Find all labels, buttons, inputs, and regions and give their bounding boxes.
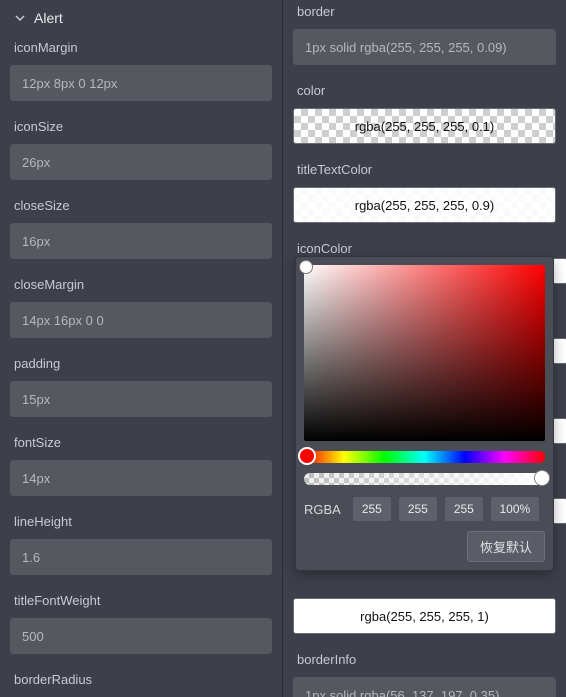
label-iconMargin: iconMargin [10, 40, 272, 65]
label-titleFontWeight: titleFontWeight [10, 593, 272, 618]
rgba-g[interactable] [399, 497, 437, 521]
label-closeSize: closeSize [10, 198, 272, 223]
swatch-titleTextColor[interactable]: rgba(255, 255, 255, 0.9) [293, 187, 556, 223]
input-closeMargin[interactable] [10, 302, 272, 338]
hue-slider[interactable] [304, 451, 545, 463]
label-padding: padding [10, 356, 272, 381]
input-borderInfo[interactable] [293, 677, 556, 697]
input-padding[interactable] [10, 381, 272, 417]
rgba-a[interactable] [491, 497, 539, 521]
sv-area[interactable] [304, 265, 545, 441]
label-border: border [293, 4, 556, 29]
input-iconSize[interactable] [10, 144, 272, 180]
rgba-r[interactable] [353, 497, 391, 521]
right-panel: border color rgba(255, 255, 255, 0.1) ti… [283, 0, 566, 697]
hue-thumb[interactable] [300, 449, 314, 463]
rgba-mode-label[interactable]: RGBA [304, 502, 341, 517]
section-header-alert[interactable]: Alert [10, 0, 272, 40]
label-fontSize: fontSize [10, 435, 272, 460]
sv-thumb[interactable] [300, 261, 312, 273]
chevron-down-icon [14, 12, 26, 24]
swatch-titleTextColor-text: rgba(255, 255, 255, 0.9) [355, 198, 495, 213]
reset-button[interactable]: 恢复默认 [467, 531, 545, 562]
swatch-color[interactable]: rgba(255, 255, 255, 0.1) [293, 108, 556, 144]
swatch-iconColor-text: rgba(255, 255, 255, 1) [360, 609, 489, 624]
label-borderInfo: borderInfo [293, 652, 556, 677]
section-title: Alert [34, 10, 63, 26]
label-iconSize: iconSize [10, 119, 272, 144]
label-lineHeight: lineHeight [10, 514, 272, 539]
input-lineHeight[interactable] [10, 539, 272, 575]
label-titleTextColor: titleTextColor [293, 162, 556, 187]
label-closeMargin: closeMargin [10, 277, 272, 302]
rgba-b[interactable] [445, 497, 483, 521]
left-panel: Alert iconMargin iconSize closeSize clos… [0, 0, 283, 697]
swatch-iconColor[interactable]: rgba(255, 255, 255, 1) [293, 598, 556, 634]
alpha-thumb[interactable] [535, 471, 549, 485]
alpha-slider[interactable] [304, 473, 545, 485]
input-titleFontWeight[interactable] [10, 618, 272, 654]
label-borderRadius: borderRadius [10, 672, 272, 697]
input-iconMargin[interactable] [10, 65, 272, 101]
input-border[interactable] [293, 29, 556, 65]
color-picker-popover: RGBA 恢复默认 [295, 256, 554, 571]
label-color: color [293, 83, 556, 108]
swatch-color-text: rgba(255, 255, 255, 0.1) [355, 119, 495, 134]
input-fontSize[interactable] [10, 460, 272, 496]
input-closeSize[interactable] [10, 223, 272, 259]
